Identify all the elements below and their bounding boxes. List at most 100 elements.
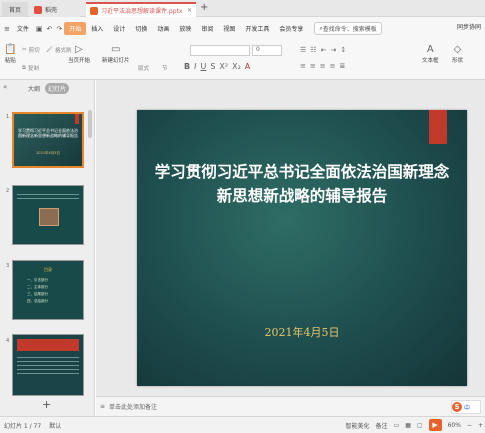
input-method-widget[interactable]: S 中 xyxy=(451,400,481,414)
menu-home[interactable]: 开始 xyxy=(64,22,87,35)
subscript-icon[interactable]: X₂ xyxy=(232,62,241,71)
slide-thumbnail-2[interactable] xyxy=(12,185,84,245)
thumb-toc: 一、引言部分 二、主体部分 三、结尾部分 四、总结部分 xyxy=(27,277,48,305)
superscript-icon[interactable]: X² xyxy=(219,62,228,71)
menu-design[interactable]: 设计 xyxy=(108,24,130,33)
text-lines xyxy=(17,357,79,377)
shape-label: 形状 xyxy=(452,58,464,64)
play-current-button[interactable]: ▷ 当页开始 xyxy=(68,44,90,64)
menu-animation[interactable]: 动画 xyxy=(152,24,174,33)
search-placeholder: 查找命令、搜索模板 xyxy=(322,26,377,33)
normal-view-icon[interactable]: ▭ xyxy=(394,422,400,429)
toc-item: 一、引言部分 xyxy=(27,278,48,282)
menu-view[interactable]: 视图 xyxy=(218,24,240,33)
notes-toggle-button[interactable]: 备注 xyxy=(376,421,388,430)
copy-label: 复制 xyxy=(27,66,39,72)
strike-icon[interactable]: S xyxy=(210,62,215,71)
menu-insert[interactable]: 插入 xyxy=(86,24,108,33)
status-right: 智能美化 备注 ▭ ▦ ▢ ▶ 60% − + xyxy=(346,419,483,431)
shape-button[interactable]: ◇ 形状 xyxy=(452,44,463,64)
sorter-view-icon[interactable]: ▦ xyxy=(405,422,411,429)
align-left-icon[interactable]: ≡ xyxy=(300,62,306,70)
portrait-image xyxy=(39,208,59,226)
redo-icon[interactable]: ↷ xyxy=(54,25,64,33)
copy-button[interactable]: ⧉ 复制 xyxy=(22,64,39,73)
zoom-in-icon[interactable]: + xyxy=(478,422,483,429)
align-center-icon[interactable]: ≡ xyxy=(310,62,316,70)
font-color-icon[interactable]: A xyxy=(245,62,250,71)
scissors-icon: ✂ xyxy=(22,47,27,53)
copy-icon: ⧉ xyxy=(22,64,26,71)
tab-home-label: 首页 xyxy=(8,7,21,14)
undo-icon[interactable]: ↶ xyxy=(45,25,55,33)
add-slide-icon[interactable]: + xyxy=(42,398,51,411)
slide-title[interactable]: 学习贯彻习近平总书记全面依法治国新理念 新思想新战略的辅导报告 xyxy=(147,160,457,208)
panel-scrollbar[interactable] xyxy=(88,110,92,138)
play-current-label: 当页开始 xyxy=(68,58,91,64)
close-tab-icon[interactable]: ✕ xyxy=(187,7,192,14)
zoom-level[interactable]: 60% xyxy=(448,422,461,429)
tab-home[interactable]: 首页 xyxy=(2,2,28,17)
cut-button[interactable]: ✂ 剪切 xyxy=(22,46,40,54)
section-button[interactable]: 节 xyxy=(162,64,168,72)
add-tab-icon[interactable]: + xyxy=(200,2,208,13)
red-accent-bar xyxy=(429,110,447,144)
align-right-icon[interactable]: ≡ xyxy=(320,62,326,70)
reading-view-icon[interactable]: ▢ xyxy=(417,422,423,429)
slides-view-button[interactable]: 幻灯片 xyxy=(45,82,70,94)
slide-title-line-2: 新思想新战略的辅导报告 xyxy=(216,186,388,205)
bullet-list-icon[interactable]: ☰ xyxy=(300,46,306,54)
save-icon[interactable]: ▣ xyxy=(34,25,45,33)
font-family-select[interactable] xyxy=(190,45,250,56)
paste-button[interactable]: 📋 粘贴 xyxy=(4,44,16,64)
thumb-date: 2021年4月5日 xyxy=(36,151,60,155)
slide-thumbnail-panel: « 大纲 幻灯片 1 学习贯彻习近平总书记全面依法治国新理念新思想新战略的辅导报… xyxy=(0,80,95,416)
tab-document[interactable]: 习近平法治思想解读课件.pptx ✕ xyxy=(86,2,196,17)
bold-icon[interactable]: B xyxy=(184,62,190,71)
menu-bar: ≡ 文件 ▣ ↶ ↷ 开始 插入 设计 切换 动画 放映 审阅 视图 开发工具 … xyxy=(0,17,485,40)
font-size-select[interactable]: 0 xyxy=(252,45,282,56)
hamburger-menu-icon[interactable]: ≡ xyxy=(2,25,12,33)
underline-icon[interactable]: U xyxy=(200,62,206,71)
distributed-icon[interactable]: ≣ xyxy=(340,62,346,70)
menu-transition[interactable]: 切换 xyxy=(130,24,152,33)
tab-draft[interactable]: 稻壳 xyxy=(30,2,80,17)
wps-logo-icon xyxy=(34,5,42,14)
layout-button[interactable]: 版式 xyxy=(138,64,149,72)
theme-name: 默认 xyxy=(49,423,62,430)
slide-thumbnail-3[interactable]: 目录 一、引言部分 二、主体部分 三、结尾部分 四、总结部分 xyxy=(12,260,84,320)
paragraph-row-1: ☰ ☷ ⇤ ⇥ ↕ xyxy=(300,46,346,54)
thumb-heading: 目录 xyxy=(44,267,52,272)
toc-item: 三、结尾部分 xyxy=(27,292,48,296)
toc-item: 二、主体部分 xyxy=(27,285,48,289)
section-label: 节 xyxy=(162,66,168,72)
play-slideshow-button[interactable]: ▶ xyxy=(428,419,442,431)
menu-developer[interactable]: 开发工具 xyxy=(240,24,274,33)
current-slide[interactable]: 学习贯彻习近平总书记全面依法治国新理念 新思想新战略的辅导报告 2021年4月5… xyxy=(137,110,467,386)
indent-increase-icon[interactable]: ⇥ xyxy=(330,46,336,54)
number-list-icon[interactable]: ☷ xyxy=(310,46,316,54)
red-banner xyxy=(17,339,79,351)
zoom-out-icon[interactable]: − xyxy=(467,422,472,429)
slide-thumbnail-4[interactable] xyxy=(12,334,84,396)
menu-member[interactable]: 会员专享 xyxy=(274,24,308,33)
tab-document-label: 习近平法治思想解读课件.pptx xyxy=(101,8,183,15)
menu-file[interactable]: 文件 xyxy=(12,24,34,33)
notes-pane[interactable]: ≡ 单击此处添加备注 xyxy=(96,396,485,416)
line-spacing-icon[interactable]: ↕ xyxy=(340,46,346,54)
menu-review[interactable]: 审阅 xyxy=(196,24,218,33)
slide-date[interactable]: 2021年4月5日 xyxy=(137,324,467,340)
new-slide-button[interactable]: ▭ 新建幻灯片 xyxy=(102,44,130,64)
smart-beautify-button[interactable]: 智能美化 xyxy=(346,421,370,430)
indent-decrease-icon[interactable]: ⇤ xyxy=(321,46,327,54)
justify-icon[interactable]: ≡ xyxy=(330,62,336,70)
sync-button[interactable]: 同步协同 xyxy=(457,22,481,31)
outline-view-button[interactable]: 大纲 xyxy=(25,83,43,94)
notes-placeholder: 单击此处添加备注 xyxy=(109,404,158,411)
command-search[interactable]: ⌕ 查找命令、搜索模板 xyxy=(314,22,382,35)
collapse-panel-icon[interactable]: « xyxy=(3,83,7,91)
textbox-button[interactable]: A 文本框 xyxy=(422,44,439,64)
menu-slideshow[interactable]: 放映 xyxy=(174,24,196,33)
slide-thumbnail-1[interactable]: 学习贯彻习近平总书记全面依法治国新理念新思想新战略的辅导报告 2021年4月5日 xyxy=(12,112,84,168)
italic-icon[interactable]: I xyxy=(194,62,196,71)
